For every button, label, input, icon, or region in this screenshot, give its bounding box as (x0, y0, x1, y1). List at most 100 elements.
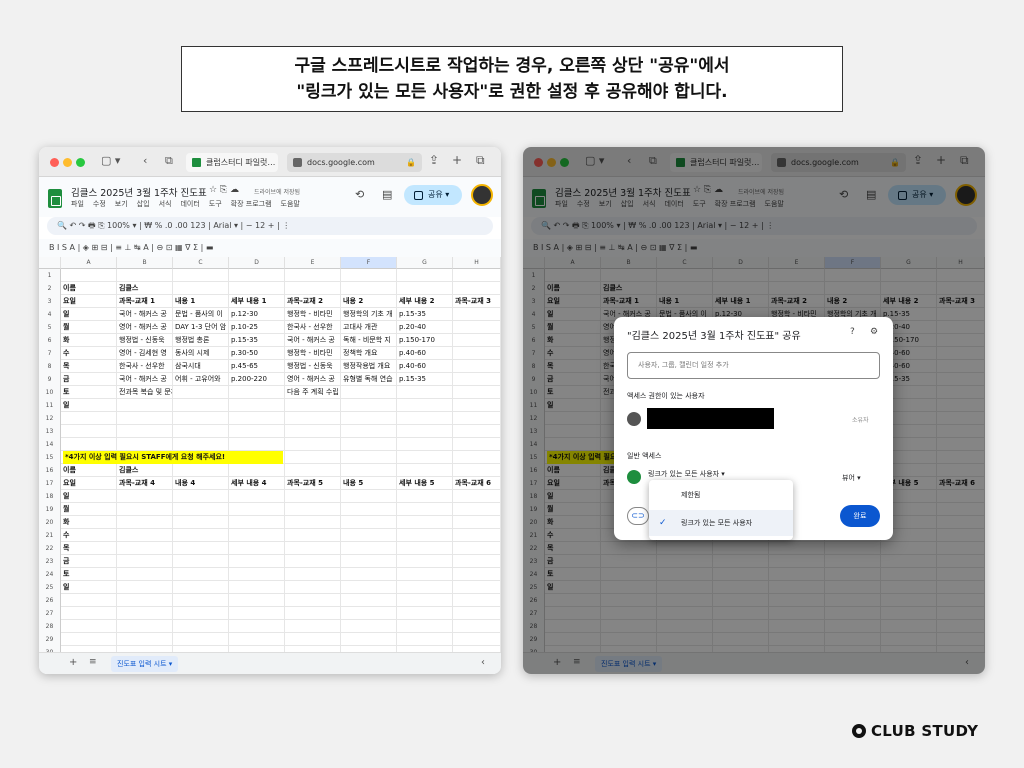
table-cell[interactable] (341, 542, 397, 555)
table-cell[interactable] (453, 308, 501, 321)
table-cell[interactable] (117, 399, 173, 412)
table-cell[interactable] (341, 438, 397, 451)
table-cell[interactable]: 과목-교재 6 (453, 477, 501, 490)
close-window-icon[interactable] (50, 158, 59, 167)
table-cell[interactable]: 국어 - 해커스 공 (285, 334, 341, 347)
tab-club-study[interactable]: 클럽스터디 파일럿… (186, 153, 278, 172)
table-cell[interactable] (453, 529, 501, 542)
table-cell[interactable]: 월 (61, 503, 117, 516)
table-cell[interactable]: p.45-65 (229, 360, 285, 373)
table-cell[interactable] (397, 516, 453, 529)
table-cell[interactable] (453, 399, 501, 412)
row-number[interactable]: 21 (39, 529, 61, 542)
table-cell[interactable]: 목 (61, 360, 117, 373)
table-cell[interactable] (229, 633, 285, 646)
table-cell[interactable]: 김클스 (117, 464, 173, 477)
table-cell[interactable] (229, 568, 285, 581)
table-cell[interactable] (117, 542, 173, 555)
table-cell[interactable] (229, 620, 285, 633)
table-cell[interactable]: 수 (61, 347, 117, 360)
table-cell[interactable] (117, 269, 173, 282)
table-cell[interactable] (397, 282, 453, 295)
table-cell[interactable] (229, 516, 285, 529)
column-header[interactable]: A (61, 257, 117, 269)
table-cell[interactable] (229, 503, 285, 516)
table-cell[interactable]: 고대사 개관 (341, 321, 397, 334)
share-page-icon[interactable]: ⇪ (429, 153, 439, 167)
row-number[interactable]: 6 (39, 334, 61, 347)
menu-item[interactable]: 보기 (115, 199, 128, 209)
table-cell[interactable] (61, 633, 117, 646)
table-cell[interactable]: 월 (61, 321, 117, 334)
table-cell[interactable] (61, 412, 117, 425)
table-cell[interactable]: 금 (61, 373, 117, 386)
table-cell[interactable]: p.15-35 (229, 334, 285, 347)
role-select[interactable]: 뷰어 ▾ (842, 473, 861, 483)
table-cell[interactable] (341, 451, 397, 464)
row-number[interactable]: 13 (39, 425, 61, 438)
table-cell[interactable] (61, 438, 117, 451)
row-number[interactable]: 16 (39, 464, 61, 477)
table-cell[interactable] (341, 516, 397, 529)
sheet-tab[interactable]: 진도표 입력 시트 ▾ (111, 656, 179, 672)
table-cell[interactable] (397, 451, 453, 464)
table-cell[interactable] (173, 555, 229, 568)
row-number[interactable]: 27 (39, 607, 61, 620)
copy-link-icon[interactable]: ⊂⊃ (627, 507, 649, 525)
table-cell[interactable] (453, 360, 501, 373)
tab-docs[interactable]: docs.google.com 🔒 (287, 153, 422, 172)
table-cell[interactable] (61, 620, 117, 633)
table-cell[interactable]: p.40-60 (397, 347, 453, 360)
table-cell[interactable]: 과목-교재 5 (285, 477, 341, 490)
table-cell[interactable]: 행정학 - 비타민 (285, 308, 341, 321)
all-sheets-icon[interactable]: ≡ (89, 657, 97, 667)
table-cell[interactable] (117, 412, 173, 425)
table-cell[interactable] (397, 438, 453, 451)
menu-item[interactable]: 확장 프로그램 (231, 199, 272, 209)
table-cell[interactable]: 토 (61, 568, 117, 581)
table-cell[interactable] (397, 412, 453, 425)
table-cell[interactable] (453, 464, 501, 477)
zoom-window-icon[interactable] (76, 158, 85, 167)
row-number[interactable]: 24 (39, 568, 61, 581)
table-cell[interactable]: 세부 내용 1 (229, 295, 285, 308)
table-cell[interactable] (229, 425, 285, 438)
table-cell[interactable]: 어휘 - 고유어와 (173, 373, 229, 386)
table-cell[interactable] (173, 503, 229, 516)
share-button[interactable]: 공유 ▾ (404, 185, 462, 205)
done-button[interactable]: 완료 (840, 505, 880, 527)
history-icon[interactable]: ⟲ (355, 188, 364, 201)
table-cell[interactable] (229, 529, 285, 542)
table-cell[interactable] (117, 607, 173, 620)
table-cell[interactable] (453, 347, 501, 360)
table-cell[interactable] (397, 594, 453, 607)
table-cell[interactable]: 요일 (61, 477, 117, 490)
table-cell[interactable] (61, 594, 117, 607)
table-cell[interactable]: 내용 2 (341, 295, 397, 308)
table-cell[interactable] (397, 542, 453, 555)
row-number[interactable]: 25 (39, 581, 61, 594)
table-cell[interactable]: 내용 1 (173, 295, 229, 308)
add-sheet-icon[interactable]: + (69, 657, 77, 668)
table-cell[interactable] (397, 620, 453, 633)
row-number[interactable]: 20 (39, 516, 61, 529)
table-cell[interactable] (453, 633, 501, 646)
table-cell[interactable] (229, 282, 285, 295)
column-header[interactable]: F (341, 257, 397, 269)
table-cell[interactable]: 화 (61, 516, 117, 529)
table-cell[interactable]: 세부 내용 2 (397, 295, 453, 308)
table-cell[interactable] (397, 581, 453, 594)
table-cell[interactable]: p.10-25 (229, 321, 285, 334)
table-cell[interactable]: 일 (61, 308, 117, 321)
table-cell[interactable]: 일 (61, 490, 117, 503)
table-cell[interactable]: 과목-교재 2 (285, 295, 341, 308)
table-cell[interactable] (229, 412, 285, 425)
table-cell[interactable] (453, 321, 501, 334)
table-cell[interactable] (229, 594, 285, 607)
menu-item[interactable]: 도구 (209, 199, 222, 209)
spreadsheet-grid[interactable]: A B C D E F G H 1 2 이름 김클스 3 요일 과목-교재 1 내용 1 세부 내용 1 과목-교… (39, 257, 501, 652)
table-cell[interactable] (117, 568, 173, 581)
new-tab-icon[interactable]: + (452, 153, 462, 167)
table-cell[interactable] (285, 581, 341, 594)
table-cell[interactable] (341, 581, 397, 594)
